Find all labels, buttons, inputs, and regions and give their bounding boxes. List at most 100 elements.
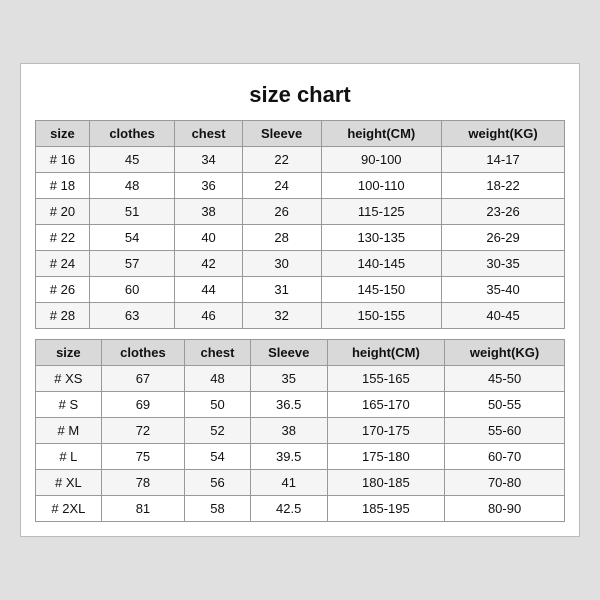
table-row: # 22544028130-13526-29 [36, 225, 565, 251]
table-cell: 150-155 [321, 303, 442, 329]
table-cell: 38 [250, 418, 327, 444]
table-cell: 36 [175, 173, 242, 199]
table-cell: 41 [250, 470, 327, 496]
size-table-2: sizeclotheschestSleeveheight(CM)weight(K… [35, 339, 565, 522]
table-cell: 90-100 [321, 147, 442, 173]
table-cell: 40-45 [442, 303, 565, 329]
table1-header-row: sizeclotheschestSleeveheight(CM)weight(K… [36, 121, 565, 147]
col-header: clothes [89, 121, 175, 147]
table-cell: 45 [89, 147, 175, 173]
table-cell: 100-110 [321, 173, 442, 199]
table-cell: 54 [89, 225, 175, 251]
table-row: # 26604431145-15035-40 [36, 277, 565, 303]
size-chart-card: size chart sizeclotheschestSleeveheight(… [20, 63, 580, 537]
table-cell: # 2XL [36, 496, 102, 522]
table-cell: 22 [242, 147, 321, 173]
table-cell: # 24 [36, 251, 90, 277]
table-cell: 26-29 [442, 225, 565, 251]
table-cell: 56 [185, 470, 251, 496]
table-cell: 58 [185, 496, 251, 522]
table-cell: 31 [242, 277, 321, 303]
col-header: height(CM) [327, 340, 445, 366]
table-row: # XL785641180-18570-80 [36, 470, 565, 496]
table-cell: 50-55 [445, 392, 565, 418]
col-header: chest [175, 121, 242, 147]
table-cell: 54 [185, 444, 251, 470]
table-cell: 75 [101, 444, 184, 470]
table-cell: 26 [242, 199, 321, 225]
table-cell: 48 [185, 366, 251, 392]
table-cell: 57 [89, 251, 175, 277]
col-header: Sleeve [250, 340, 327, 366]
table-cell: 70-80 [445, 470, 565, 496]
table-cell: 60 [89, 277, 175, 303]
table2-header-row: sizeclotheschestSleeveheight(CM)weight(K… [36, 340, 565, 366]
table-cell: 52 [185, 418, 251, 444]
col-header: chest [185, 340, 251, 366]
table-cell: 130-135 [321, 225, 442, 251]
table-cell: 51 [89, 199, 175, 225]
table-cell: 55-60 [445, 418, 565, 444]
table-cell: 35-40 [442, 277, 565, 303]
table-row: # L755439.5175-18060-70 [36, 444, 565, 470]
table-cell: # L [36, 444, 102, 470]
table-cell: # S [36, 392, 102, 418]
table-cell: 32 [242, 303, 321, 329]
table-cell: # 22 [36, 225, 90, 251]
col-header: height(CM) [321, 121, 442, 147]
table-cell: 23-26 [442, 199, 565, 225]
table-cell: # M [36, 418, 102, 444]
table-row: # 18483624100-11018-22 [36, 173, 565, 199]
table-cell: 115-125 [321, 199, 442, 225]
table-row: # 20513826115-12523-26 [36, 199, 565, 225]
table-cell: 28 [242, 225, 321, 251]
table-cell: 39.5 [250, 444, 327, 470]
col-header: Sleeve [242, 121, 321, 147]
table-cell: 18-22 [442, 173, 565, 199]
table-cell: 46 [175, 303, 242, 329]
table-cell: 42.5 [250, 496, 327, 522]
table-cell: 60-70 [445, 444, 565, 470]
chart-title: size chart [35, 82, 565, 108]
table-cell: 40 [175, 225, 242, 251]
table-cell: 30 [242, 251, 321, 277]
table-cell: 35 [250, 366, 327, 392]
table-cell: 175-180 [327, 444, 445, 470]
table-row: # 1645342290-10014-17 [36, 147, 565, 173]
table-cell: 38 [175, 199, 242, 225]
table-cell: # 26 [36, 277, 90, 303]
table-row: # S695036.5165-17050-55 [36, 392, 565, 418]
table-row: # XS674835155-16545-50 [36, 366, 565, 392]
table-cell: 24 [242, 173, 321, 199]
table-cell: 36.5 [250, 392, 327, 418]
table-row: # 2XL815842.5185-19580-90 [36, 496, 565, 522]
table-cell: 42 [175, 251, 242, 277]
table-cell: 78 [101, 470, 184, 496]
table-cell: 140-145 [321, 251, 442, 277]
table-cell: 50 [185, 392, 251, 418]
table-cell: # 18 [36, 173, 90, 199]
table-row: # 24574230140-14530-35 [36, 251, 565, 277]
table-cell: 45-50 [445, 366, 565, 392]
table-cell: 67 [101, 366, 184, 392]
size-table-1: sizeclotheschestSleeveheight(CM)weight(K… [35, 120, 565, 329]
table-cell: 155-165 [327, 366, 445, 392]
table-cell: 72 [101, 418, 184, 444]
table-cell: 180-185 [327, 470, 445, 496]
table-cell: 170-175 [327, 418, 445, 444]
table-cell: # XL [36, 470, 102, 496]
table-cell: # 20 [36, 199, 90, 225]
col-header: weight(KG) [445, 340, 565, 366]
table-spacer [35, 329, 565, 339]
col-header: size [36, 121, 90, 147]
table-row: # 28634632150-15540-45 [36, 303, 565, 329]
table-cell: 80-90 [445, 496, 565, 522]
col-header: clothes [101, 340, 184, 366]
table-cell: # 16 [36, 147, 90, 173]
table-cell: 30-35 [442, 251, 565, 277]
table-cell: # XS [36, 366, 102, 392]
table-cell: 81 [101, 496, 184, 522]
table-cell: 14-17 [442, 147, 565, 173]
table1-body: # 1645342290-10014-17# 18483624100-11018… [36, 147, 565, 329]
table-cell: 145-150 [321, 277, 442, 303]
